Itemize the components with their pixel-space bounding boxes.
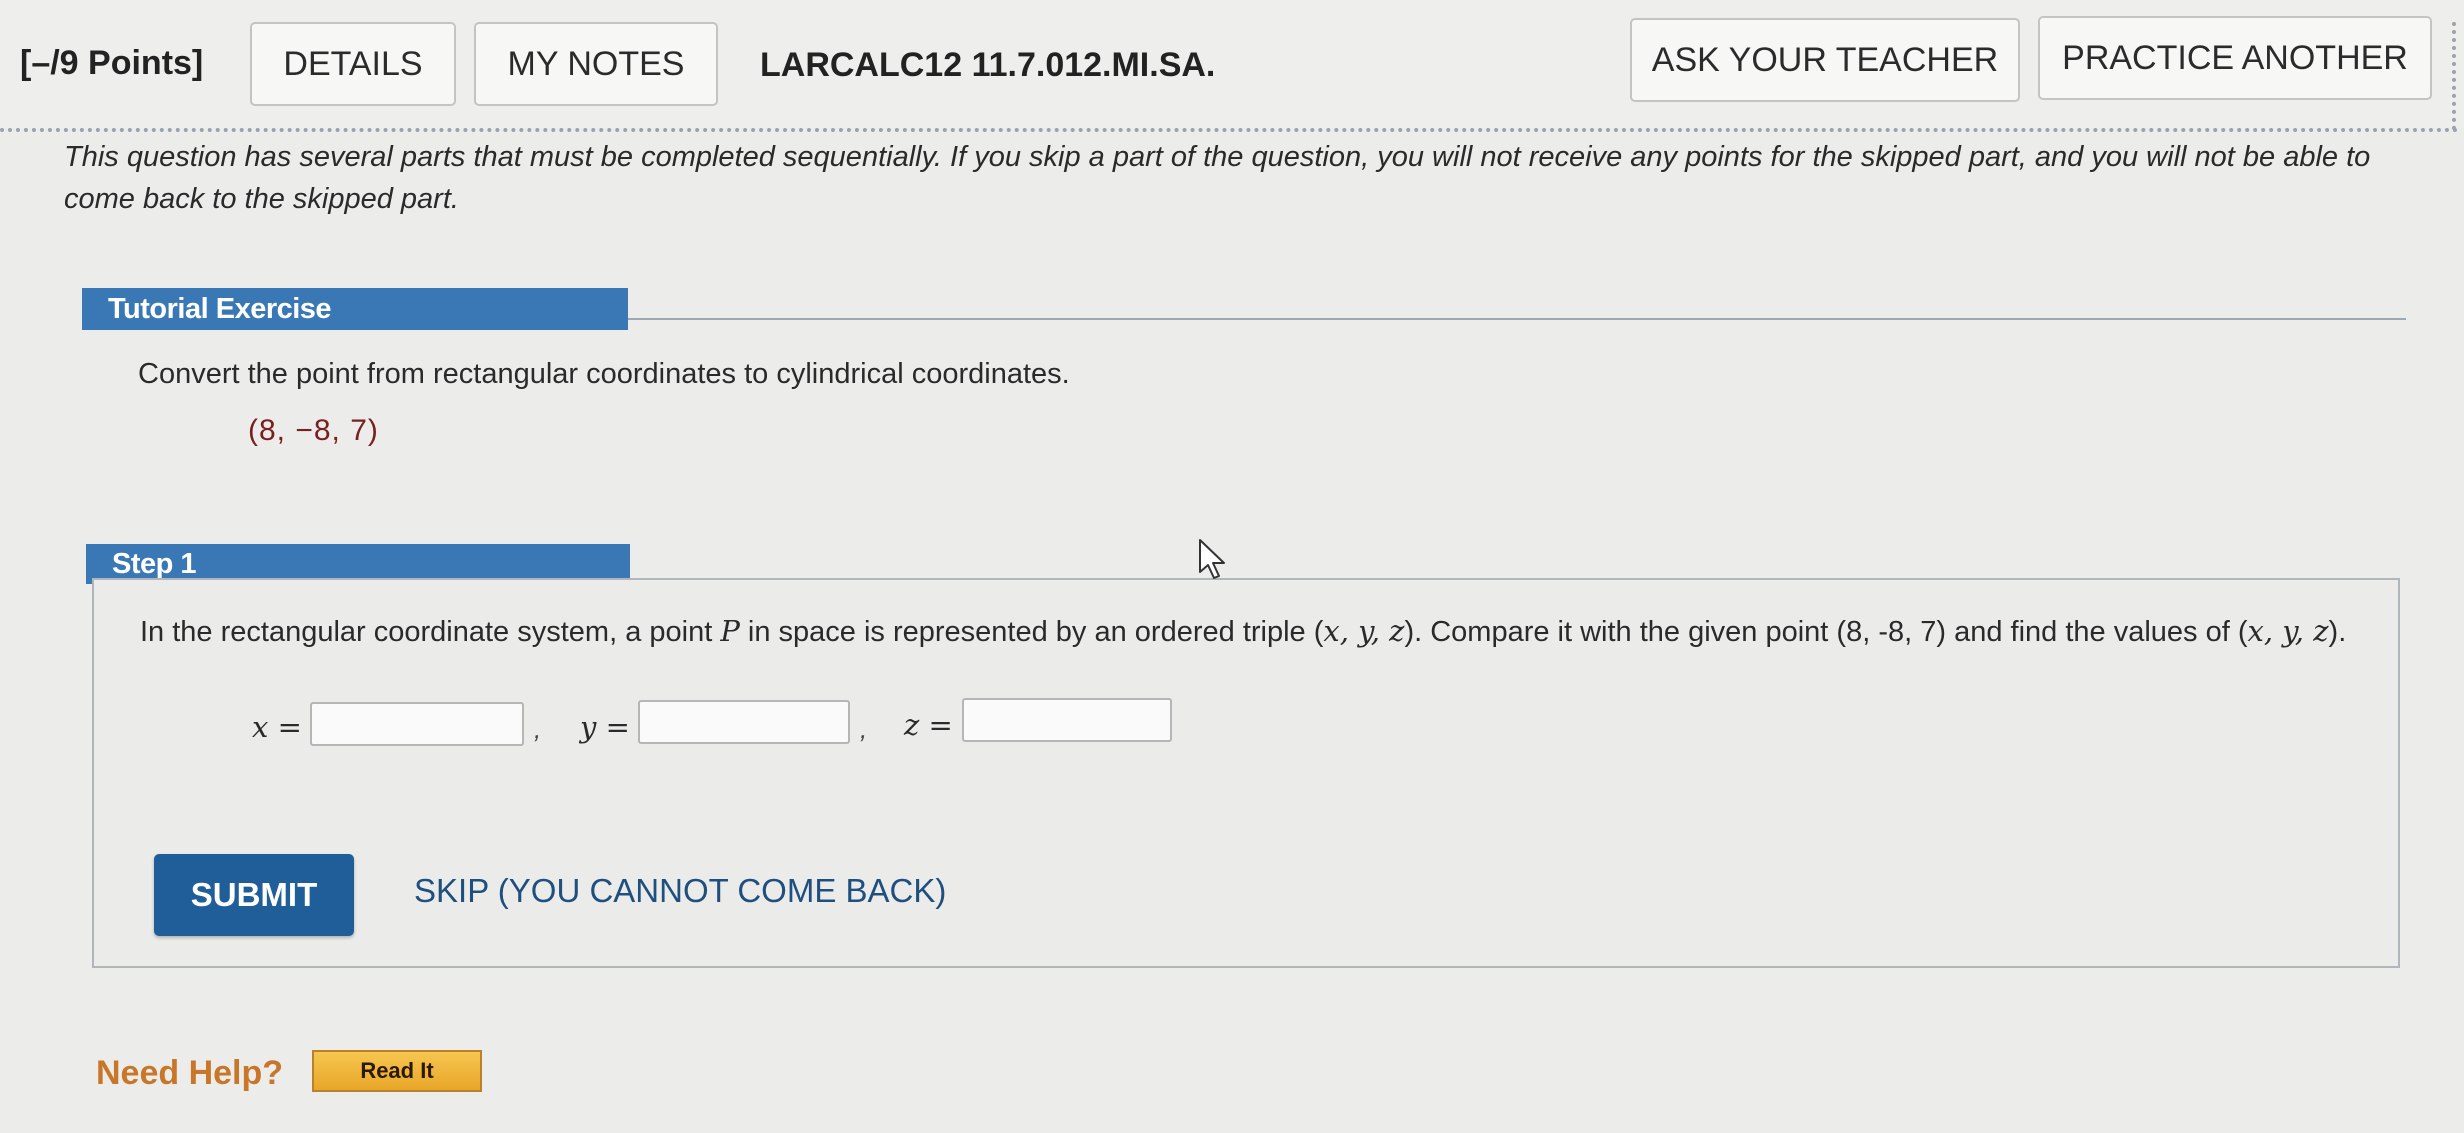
- tutorial-rule: [628, 318, 2406, 320]
- skip-button[interactable]: SKIP (YOU CANNOT COME BACK): [414, 872, 946, 910]
- y-separator: ,: [860, 714, 868, 744]
- x-label: x =: [252, 710, 302, 744]
- tutorial-prompt: Convert the point from rectangular coord…: [138, 358, 1070, 390]
- ask-teacher-button[interactable]: ASK YOUR TEACHER: [1630, 18, 2020, 102]
- points-label: [–/9 Points]: [20, 44, 204, 82]
- header-divider-vertical: [2452, 22, 2456, 130]
- intro-text: This question has several parts that mus…: [64, 141, 2371, 215]
- submit-button[interactable]: SUBMIT: [154, 854, 354, 936]
- triple-variables: x, y, z: [1323, 614, 1405, 648]
- practice-another-button[interactable]: PRACTICE ANOTHER: [2038, 16, 2432, 100]
- z-input[interactable]: [962, 698, 1172, 742]
- details-button[interactable]: DETAILS: [250, 22, 456, 106]
- given-point: (8, −8, 7): [248, 414, 379, 447]
- mouse-pointer-icon: [1199, 539, 1225, 579]
- step-text-part: in space is represented by an ordered tr…: [739, 616, 1324, 648]
- read-it-button[interactable]: Read It: [312, 1050, 482, 1092]
- point-variable: P: [720, 614, 740, 648]
- need-help-label: Need Help?: [96, 1054, 284, 1092]
- x-separator: ,: [534, 714, 542, 744]
- z-label: z =: [904, 708, 953, 742]
- problem-id: LARCALC12 11.7.012.MI.SA.: [760, 46, 1216, 84]
- step-text-part: In the rectangular coordinate system, a …: [140, 616, 721, 648]
- my-notes-button[interactable]: MY NOTES: [474, 22, 718, 106]
- tutorial-title: Tutorial Exercise: [82, 288, 628, 330]
- step-text-part: ).: [2328, 616, 2347, 648]
- y-input[interactable]: [638, 700, 850, 744]
- triple-variables: x, y, z: [2247, 614, 2329, 648]
- step-text-part: ). Compare it with the given point (8, -…: [1404, 616, 2248, 648]
- y-label: y =: [580, 710, 630, 744]
- step-instructions: In the rectangular coordinate system, a …: [140, 606, 2360, 657]
- x-input[interactable]: [310, 702, 524, 746]
- header-divider: [0, 128, 2460, 132]
